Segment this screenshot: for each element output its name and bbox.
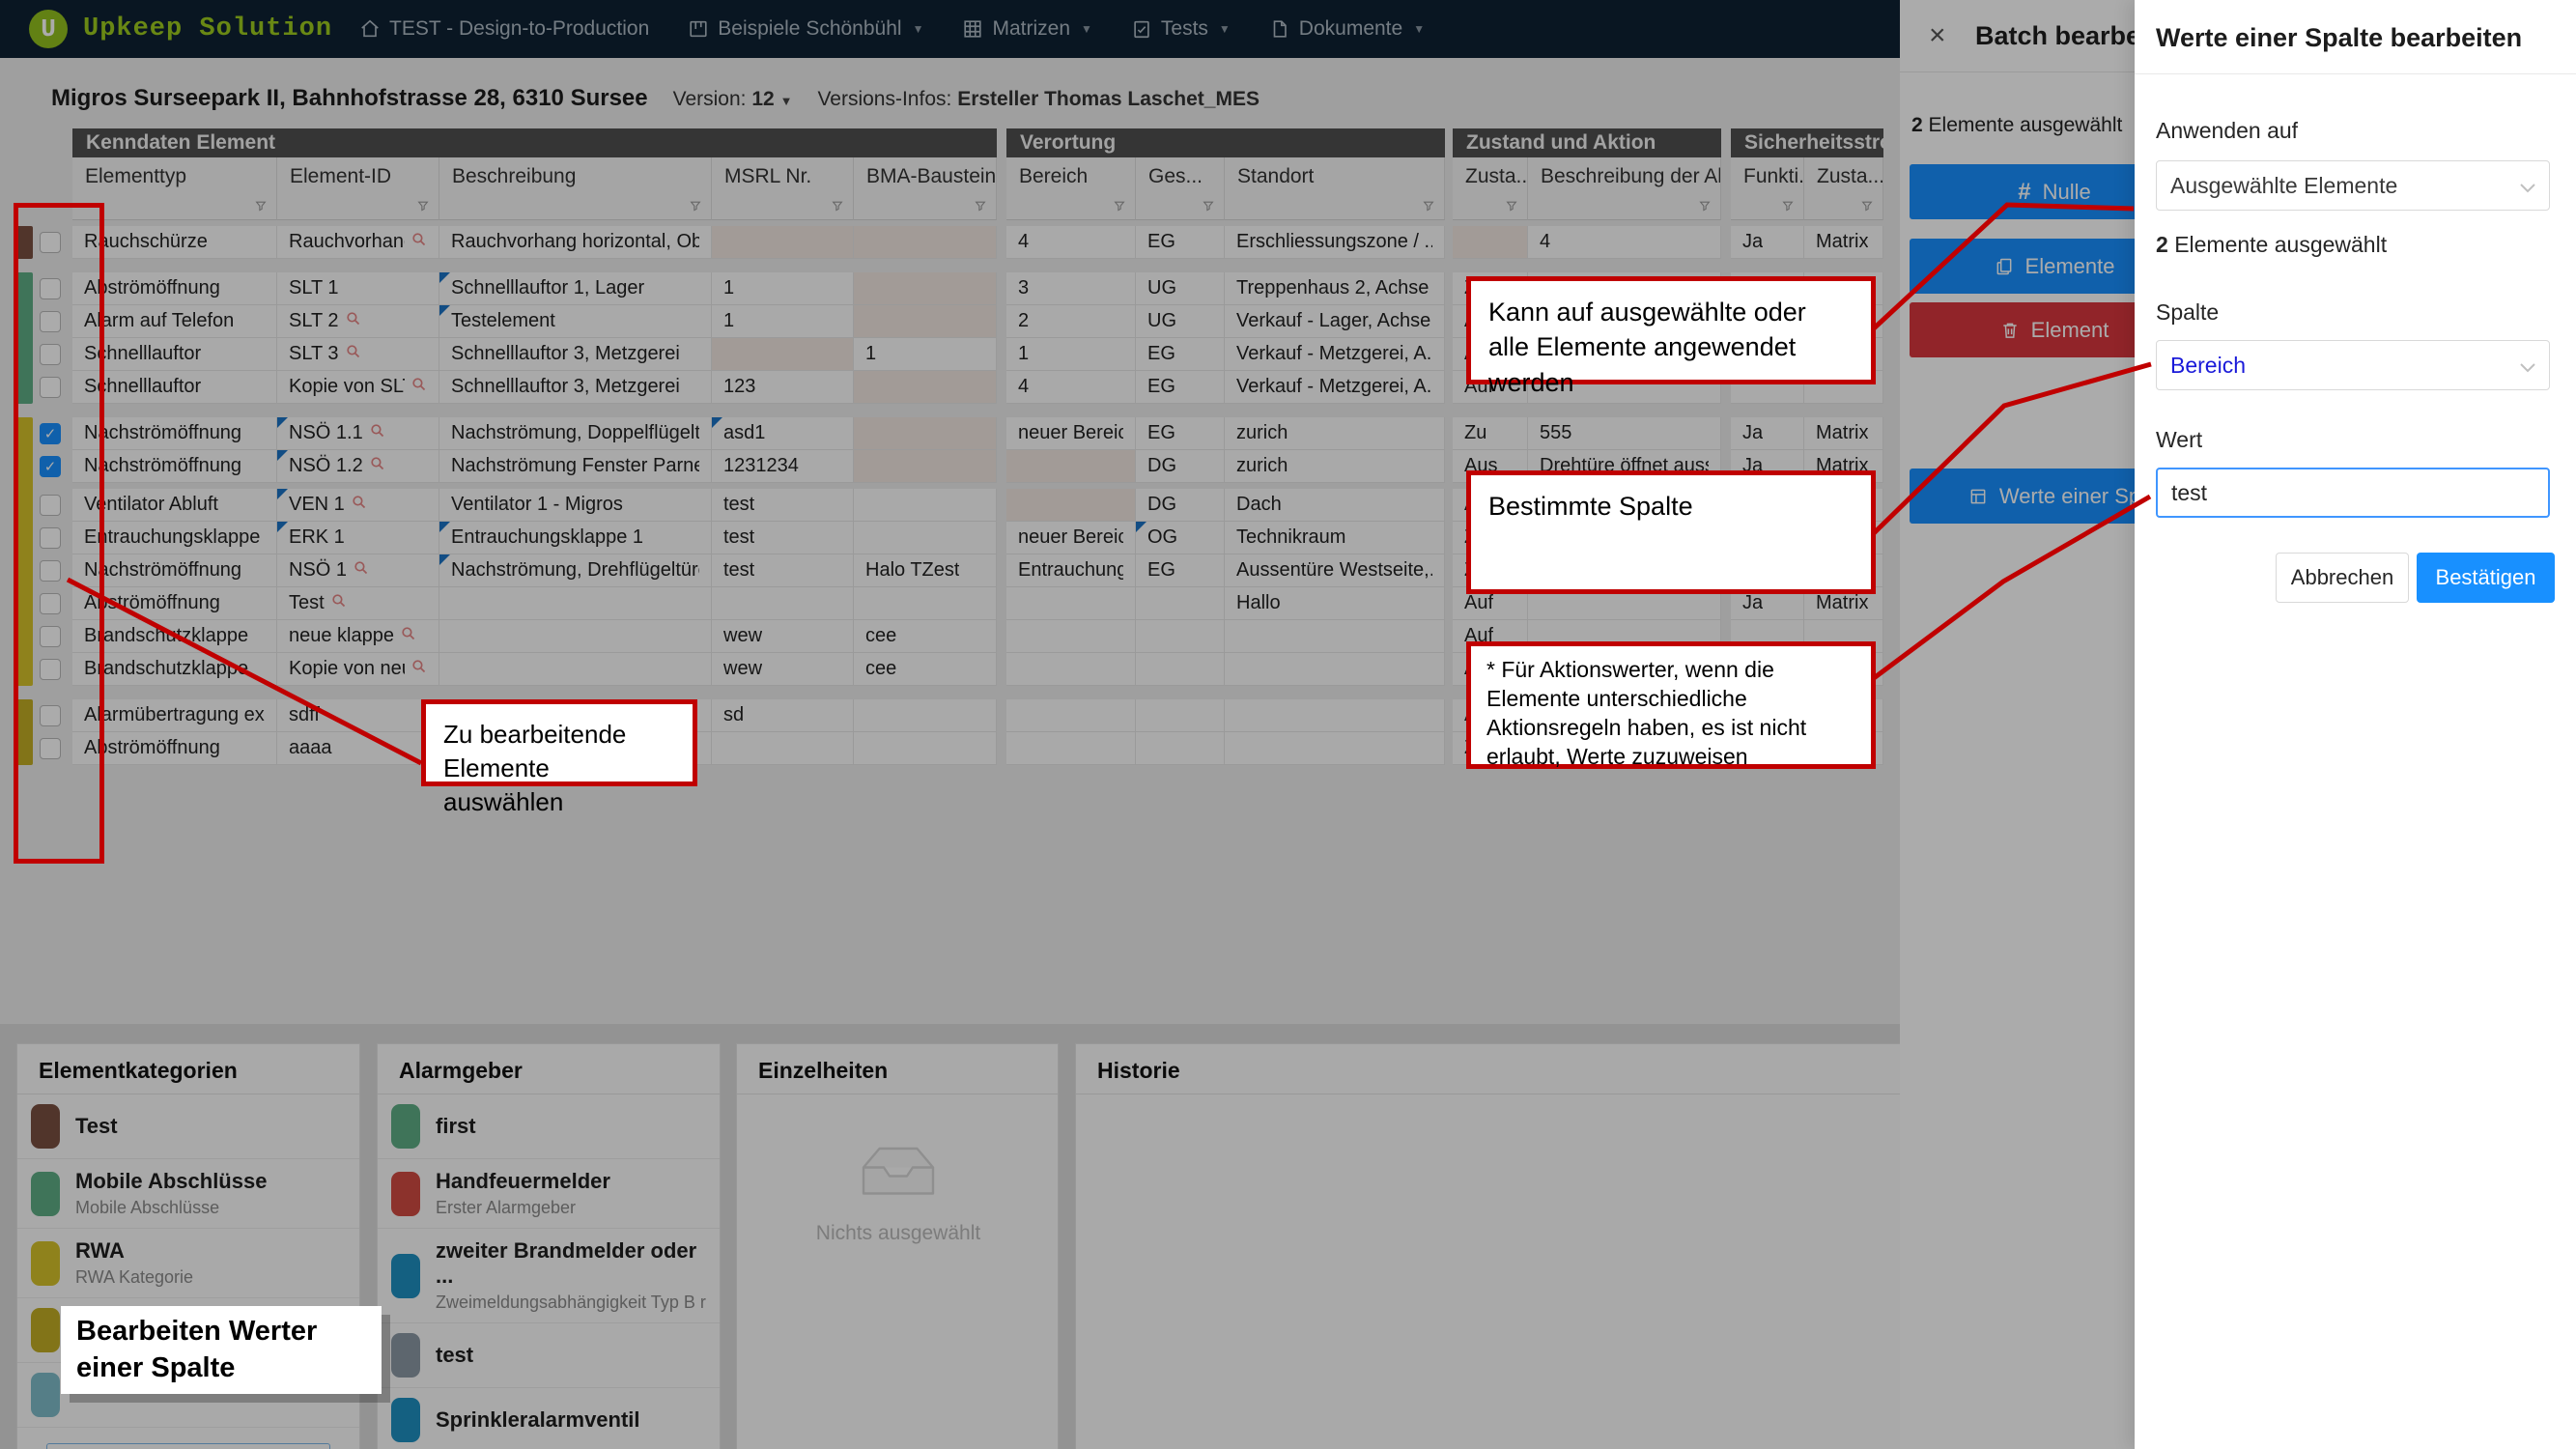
spalte-select[interactable]: Bereich <box>2156 340 2550 390</box>
anwenden-value: Ausgewählte Elemente <box>2170 173 2397 199</box>
spalte-label: Spalte <box>2156 299 2219 326</box>
chevron-down-icon <box>2520 353 2535 379</box>
edit-column-drawer: Werte einer Spalte bearbeiten Anwenden a… <box>2135 0 2576 1449</box>
spalte-value: Bereich <box>2170 353 2246 379</box>
anwenden-label: Anwenden auf <box>2156 118 2298 144</box>
selected-count: 2 Elemente ausgewählt <box>2156 232 2387 258</box>
anwenden-select[interactable]: Ausgewählte Elemente <box>2156 160 2550 211</box>
chevron-down-icon <box>2520 173 2535 199</box>
wert-label: Wert <box>2156 427 2202 453</box>
wert-value: test <box>2171 480 2207 506</box>
confirm-button[interactable]: Bestätigen <box>2417 553 2555 603</box>
app: U Upkeep Solution TEST - Design-to-Produ… <box>0 0 2576 1449</box>
wert-input[interactable]: test <box>2156 468 2550 518</box>
drawer-mask[interactable] <box>0 0 2135 1449</box>
cancel-button[interactable]: Abbrechen <box>2276 553 2409 603</box>
dialog-title: Werte einer Spalte bearbeiten <box>2156 23 2522 53</box>
